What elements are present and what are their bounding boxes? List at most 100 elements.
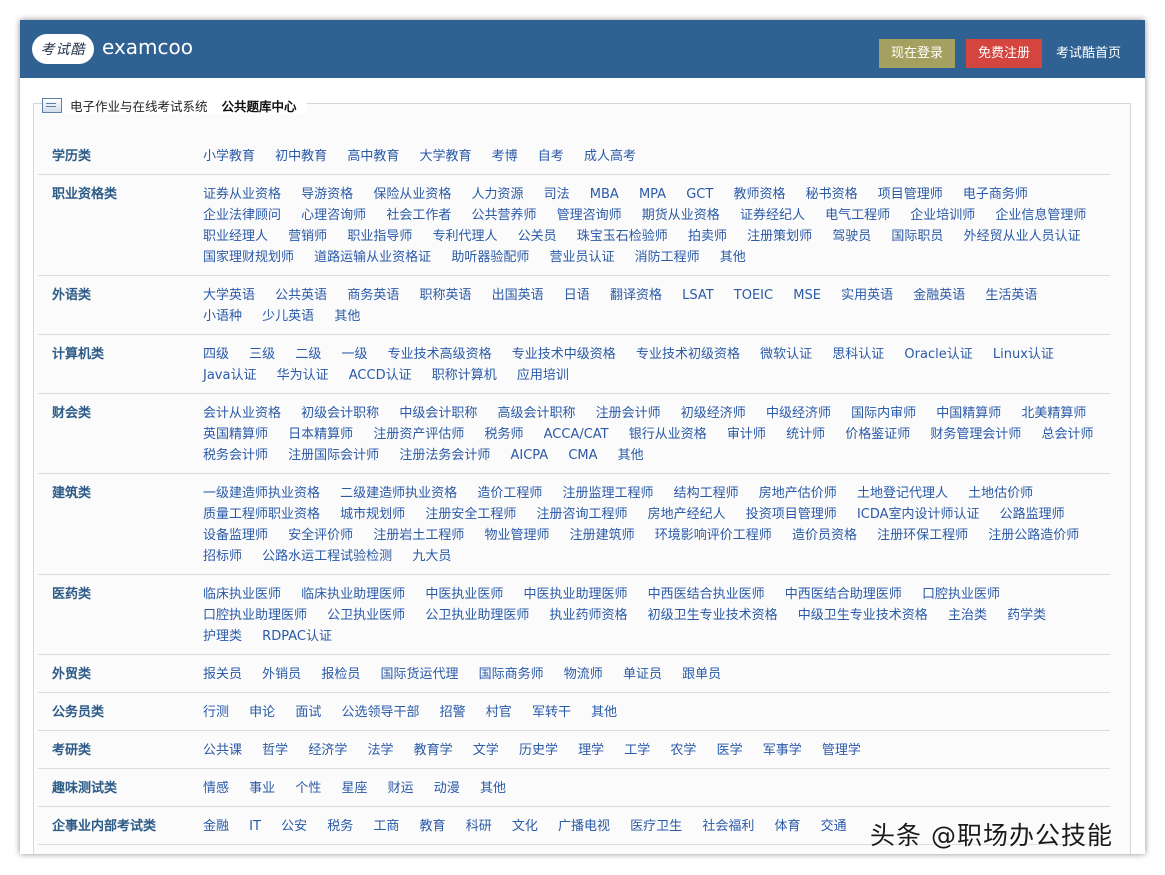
category-link[interactable]: 驾驶员 — [832, 229, 871, 244]
category-link[interactable]: 体育 — [774, 819, 800, 834]
category-link[interactable]: 注册岩土工程师 — [373, 528, 464, 543]
category-link[interactable]: 临床执业助理医师 — [301, 587, 405, 602]
category-link[interactable]: 造价员资格 — [792, 528, 857, 543]
category-link[interactable]: 公路监理师 — [1000, 507, 1065, 522]
category-link[interactable]: 环境影响评价工程师 — [655, 528, 772, 543]
category-link[interactable]: 职称英语 — [419, 288, 471, 303]
category-link[interactable]: 历史学 — [519, 743, 558, 758]
category-link[interactable]: 外经贸从业人员认证 — [964, 229, 1081, 244]
category-link[interactable]: 城市规划师 — [340, 507, 405, 522]
category-link[interactable]: 营销师 — [288, 229, 327, 244]
category-link[interactable]: 电气工程师 — [825, 208, 890, 223]
category-link[interactable]: 口腔执业医师 — [922, 587, 1000, 602]
category-link[interactable]: 跟单员 — [682, 667, 721, 682]
category-link[interactable]: 二级建造师执业资格 — [340, 486, 457, 501]
category-link[interactable]: 报检员 — [321, 667, 360, 682]
category-link[interactable]: 银行从业资格 — [629, 427, 707, 442]
category-link[interactable]: 公卫执业助理医师 — [425, 608, 529, 623]
category-link[interactable]: 四级 — [203, 347, 229, 362]
category-link[interactable]: 会计从业资格 — [203, 406, 281, 421]
category-link[interactable]: 中医执业助理医师 — [523, 587, 627, 602]
category-link[interactable]: 考博 — [492, 149, 518, 164]
category-link[interactable]: Linux认证 — [993, 347, 1054, 362]
category-link[interactable]: 出国英语 — [492, 288, 544, 303]
category-link[interactable]: 公选领导干部 — [341, 705, 419, 720]
category-link[interactable]: 注册策划师 — [747, 229, 812, 244]
category-link[interactable]: 注册国际会计师 — [288, 448, 379, 463]
category-link[interactable]: 教育 — [420, 819, 446, 834]
category-link[interactable]: 交通 — [821, 819, 847, 834]
category-link[interactable]: 经济学 — [308, 743, 347, 758]
category-link[interactable]: MSE — [793, 288, 821, 303]
category-link[interactable]: 文化 — [512, 819, 538, 834]
category-link[interactable]: 物业管理师 — [484, 528, 549, 543]
category-link[interactable]: 执业药师资格 — [549, 608, 627, 623]
category-link[interactable]: 心理咨询师 — [301, 208, 366, 223]
category-link[interactable]: 项目管理师 — [878, 187, 943, 202]
category-link[interactable]: 星座 — [341, 781, 367, 796]
category-link[interactable]: 投资项目管理师 — [746, 507, 837, 522]
category-link[interactable]: Java认证 — [203, 368, 256, 383]
category-link[interactable]: 北美精算师 — [1021, 406, 1086, 421]
category-link[interactable]: 护理类 — [203, 629, 242, 644]
category-link[interactable]: 高级会计职称 — [497, 406, 575, 421]
category-link[interactable]: 其他 — [480, 781, 506, 796]
category-link[interactable]: 消防工程师 — [635, 250, 700, 265]
category-link[interactable]: 中国精算师 — [936, 406, 1001, 421]
category-link[interactable]: 日本精算师 — [288, 427, 353, 442]
category-link[interactable]: 思科认证 — [832, 347, 884, 362]
category-link[interactable]: 军事学 — [763, 743, 802, 758]
category-link[interactable]: 一级建造师执业资格 — [203, 486, 320, 501]
category-link[interactable]: 职业指导师 — [347, 229, 412, 244]
category-link[interactable]: 国家理财规划师 — [203, 250, 294, 265]
category-link[interactable]: CMA — [568, 448, 597, 463]
category-link[interactable]: 教师资格 — [733, 187, 785, 202]
category-link[interactable]: 中西医结合执业医师 — [648, 587, 765, 602]
category-link[interactable]: 设备监理师 — [203, 528, 268, 543]
category-link[interactable]: 企业法律顾问 — [203, 208, 281, 223]
category-link[interactable]: 土地估价师 — [968, 486, 1033, 501]
category-link[interactable]: RDPAC认证 — [262, 629, 332, 644]
category-link[interactable]: 报关员 — [203, 667, 242, 682]
category-link[interactable]: 电子商务师 — [963, 187, 1028, 202]
category-link[interactable]: 大学英语 — [203, 288, 255, 303]
category-link[interactable]: 初级卫生专业技术资格 — [648, 608, 778, 623]
category-link[interactable]: 翻译资格 — [610, 288, 662, 303]
category-link[interactable]: 国际商务师 — [479, 667, 544, 682]
category-link[interactable]: 临床执业医师 — [203, 587, 281, 602]
category-link[interactable]: 国际内审师 — [851, 406, 916, 421]
category-link[interactable]: 其他 — [591, 705, 617, 720]
category-link[interactable]: 税务会计师 — [203, 448, 268, 463]
category-link[interactable]: 军转干 — [532, 705, 571, 720]
category-link[interactable]: ACCD认证 — [349, 368, 412, 383]
category-link[interactable]: 国际货运代理 — [380, 667, 458, 682]
category-link[interactable]: 专业技术初级资格 — [636, 347, 740, 362]
site-logo[interactable]: 考试酷 — [32, 34, 94, 64]
category-link[interactable]: 税务师 — [484, 427, 523, 442]
category-link[interactable]: ICDA室内设计师认证 — [857, 507, 980, 522]
category-link[interactable]: 金融 — [203, 819, 229, 834]
category-link[interactable]: 小语种 — [203, 309, 242, 324]
register-button[interactable]: 免费注册 — [966, 39, 1042, 68]
category-link[interactable]: 公路水运工程试验检测 — [262, 549, 392, 564]
category-link[interactable]: 成人高考 — [584, 149, 636, 164]
category-link[interactable]: 注册监理工程师 — [562, 486, 653, 501]
category-link[interactable]: 日语 — [564, 288, 590, 303]
category-link[interactable]: 房地产经纪人 — [648, 507, 726, 522]
category-link[interactable]: 单证员 — [623, 667, 662, 682]
category-link[interactable]: 注册会计师 — [596, 406, 661, 421]
category-link[interactable]: 注册资产评估师 — [373, 427, 464, 442]
category-link[interactable]: 造价工程师 — [477, 486, 542, 501]
category-link[interactable]: 企业培训师 — [910, 208, 975, 223]
category-link[interactable]: 公卫执业医师 — [327, 608, 405, 623]
category-link[interactable]: 生活英语 — [985, 288, 1037, 303]
category-link[interactable]: 统计师 — [786, 427, 825, 442]
category-link[interactable]: 九大员 — [412, 549, 451, 564]
category-link[interactable]: 主治类 — [948, 608, 987, 623]
category-link[interactable]: 保险从业资格 — [373, 187, 451, 202]
category-link[interactable]: 应用培训 — [517, 368, 569, 383]
category-link[interactable]: 情感 — [203, 781, 229, 796]
category-link[interactable]: 专业技术中级资格 — [512, 347, 616, 362]
category-link[interactable]: 村官 — [486, 705, 512, 720]
category-link[interactable]: 外销员 — [262, 667, 301, 682]
